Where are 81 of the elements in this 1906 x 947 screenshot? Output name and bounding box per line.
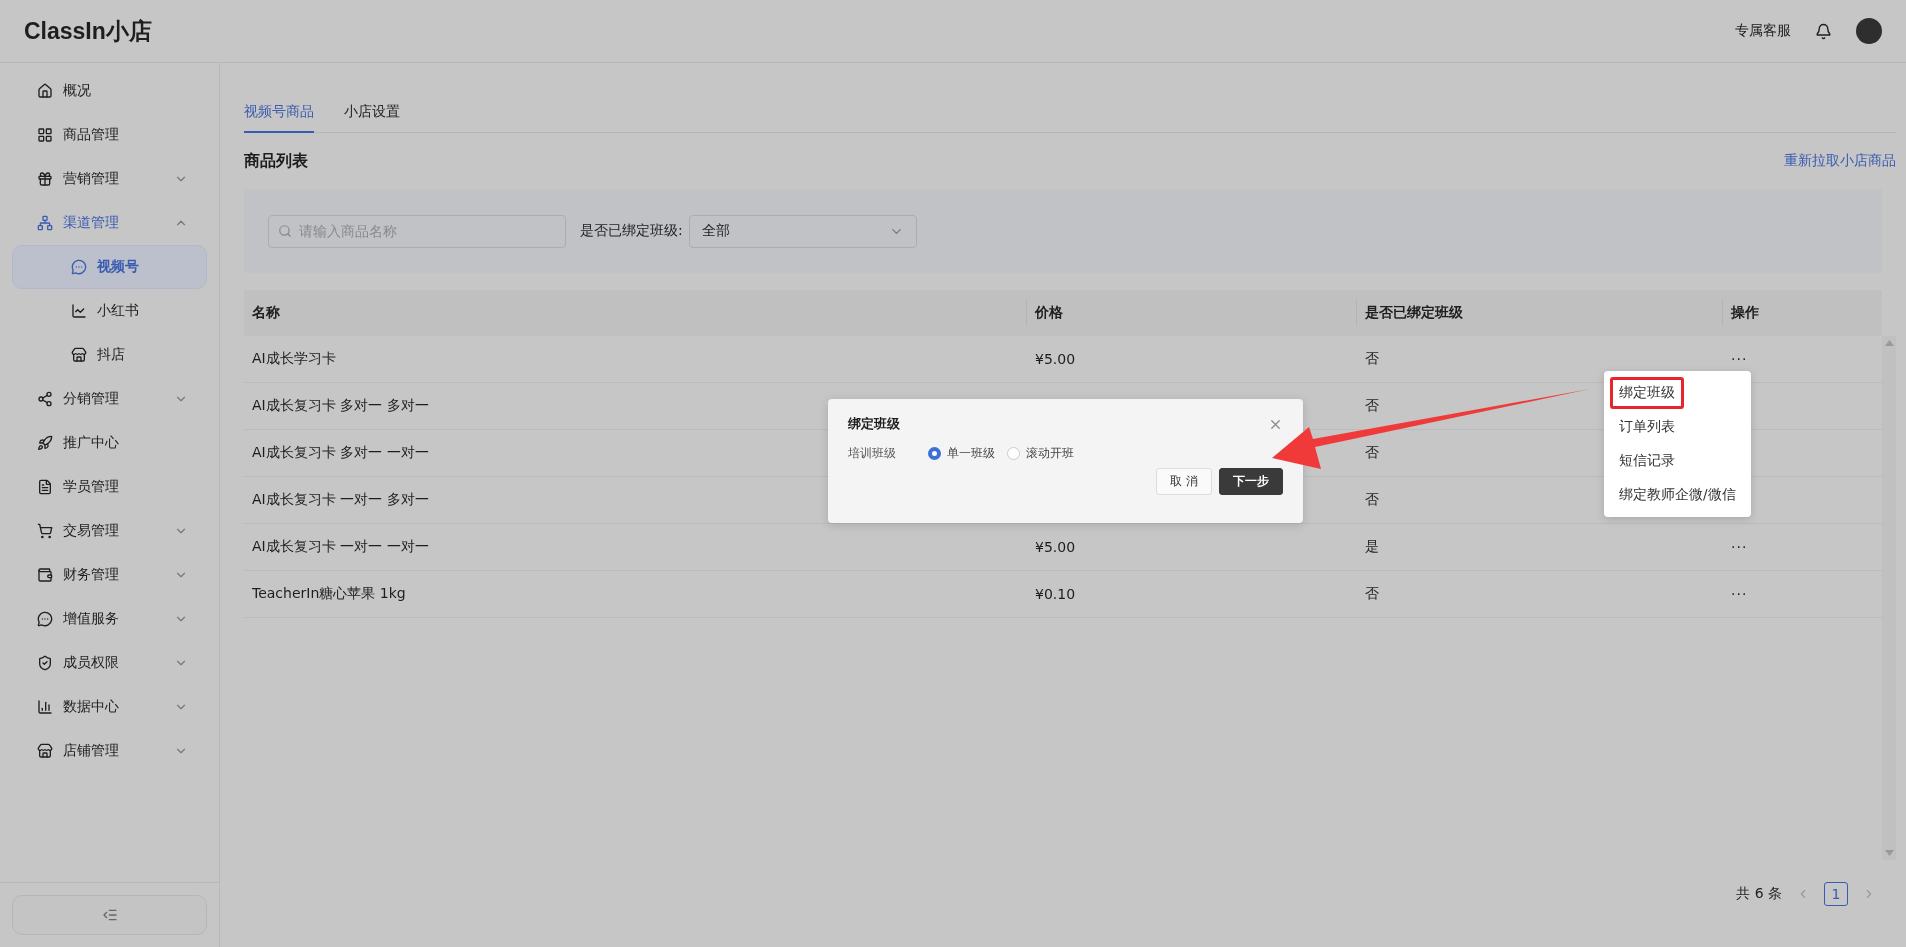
app-logo: ClassIn小店: [24, 16, 152, 46]
sidebar-item[interactable]: 分销管理: [0, 377, 219, 421]
sidebar-item[interactable]: 数据中心: [0, 685, 219, 729]
radio-option[interactable]: 单一班级: [928, 445, 995, 462]
scroll-up-icon[interactable]: [1884, 340, 1894, 346]
menu-item[interactable]: 短信记录: [1610, 445, 1684, 477]
wallet-icon: [37, 567, 53, 583]
document-icon: [37, 479, 53, 495]
network-icon: [37, 215, 53, 231]
table-cell: AI成长复习卡 多对一 一对一: [252, 444, 429, 462]
chat-bubble-icon: [71, 259, 87, 275]
tab[interactable]: 视频号商品: [244, 91, 314, 133]
sidebar-item[interactable]: 学员管理: [0, 465, 219, 509]
collapse-icon: [101, 907, 118, 923]
line-chart-icon: [71, 303, 87, 319]
more-actions-button[interactable]: ···: [1731, 539, 1748, 555]
more-actions-button[interactable]: ···: [1731, 351, 1748, 367]
sidebar-item[interactable]: 店铺管理: [0, 729, 219, 773]
store-icon: [37, 743, 53, 759]
sidebar-item[interactable]: 推广中心: [0, 421, 219, 465]
table-cell: AI成长复习卡 一对一 一对一: [252, 538, 429, 556]
table-cell: AI成长学习卡: [252, 350, 336, 368]
radio-option[interactable]: 滚动开班: [1007, 445, 1074, 462]
sidebar-item[interactable]: 商品管理: [0, 113, 219, 157]
gift-icon: [37, 171, 53, 187]
shield-check-icon: [37, 655, 53, 671]
filter-label: 是否已绑定班级:: [580, 222, 683, 240]
scroll-down-icon[interactable]: [1884, 850, 1894, 856]
cancel-button[interactable]: 取 消: [1156, 468, 1212, 495]
dialog-title: 绑定班级: [848, 415, 900, 433]
sidebar-item[interactable]: 增值服务: [0, 597, 219, 641]
column-header: 是否已绑定班级: [1357, 300, 1723, 326]
chat-bubble-icon: [37, 611, 53, 627]
home-icon: [37, 83, 53, 99]
column-header: 名称: [244, 300, 1027, 326]
sidebar-item[interactable]: 财务管理: [0, 553, 219, 597]
section-title: 商品列表: [244, 150, 308, 172]
more-actions-button[interactable]: ···: [1731, 586, 1748, 602]
sidebar-item[interactable]: 小红书: [12, 289, 207, 333]
bound-select[interactable]: 全部: [688, 214, 917, 248]
table-cell: 否: [1365, 585, 1379, 603]
tab[interactable]: 小店设置: [344, 91, 400, 133]
rocket-icon: [37, 435, 53, 451]
support-link[interactable]: 专属客服: [1735, 22, 1791, 40]
share-icon: [37, 391, 53, 407]
table-cell: 否: [1365, 350, 1379, 368]
column-header: 操作: [1730, 303, 1760, 322]
menu-item[interactable]: 绑定班级: [1610, 377, 1684, 409]
menu-item[interactable]: 订单列表: [1610, 411, 1684, 443]
total-count: 共 6 条: [1736, 885, 1782, 903]
table-cell: 是: [1365, 538, 1379, 556]
avatar[interactable]: [1856, 18, 1882, 44]
table-cell: ¥5.00: [1035, 539, 1076, 555]
scrollbar[interactable]: [1882, 336, 1896, 860]
sidebar-item[interactable]: 视频号: [12, 245, 207, 289]
notification-bell-icon[interactable]: [1815, 22, 1832, 40]
field-label: 培训班级: [848, 445, 897, 462]
page-button[interactable]: 1: [1824, 882, 1848, 906]
sidebar-item[interactable]: 渠道管理: [0, 201, 219, 245]
sidebar-item[interactable]: 抖店: [12, 333, 207, 377]
sidebar-item[interactable]: 交易管理: [0, 509, 219, 553]
table-cell: AI成长复习卡 多对一 多对一: [252, 397, 429, 415]
bar-chart-icon: [37, 699, 53, 715]
table-cell: 否: [1365, 491, 1379, 509]
sidebar-item[interactable]: 营销管理: [0, 157, 219, 201]
next-button[interactable]: 下一步: [1219, 468, 1283, 495]
search-icon: [278, 223, 292, 238]
table-cell: AI成长复习卡 一对一 多对一: [252, 491, 429, 509]
sidebar-item[interactable]: 成员权限: [0, 641, 219, 685]
table-cell: TeacherIn糖心苹果 1kg: [252, 585, 406, 603]
refetch-link[interactable]: 重新拉取小店商品: [1784, 152, 1896, 170]
table-cell: ¥0.10: [1035, 586, 1076, 602]
sidebar-item[interactable]: 概况: [0, 69, 219, 113]
column-header: 价格: [1027, 300, 1357, 326]
collapse-sidebar-button[interactable]: [12, 895, 207, 935]
store-icon: [71, 347, 87, 363]
table-cell: ¥5.00: [1035, 351, 1076, 367]
search-field[interactable]: 请输入商品名称: [268, 214, 566, 248]
grid-icon: [37, 127, 53, 143]
menu-item[interactable]: 绑定教师企微/微信: [1610, 479, 1745, 511]
cart-icon: [37, 523, 53, 539]
